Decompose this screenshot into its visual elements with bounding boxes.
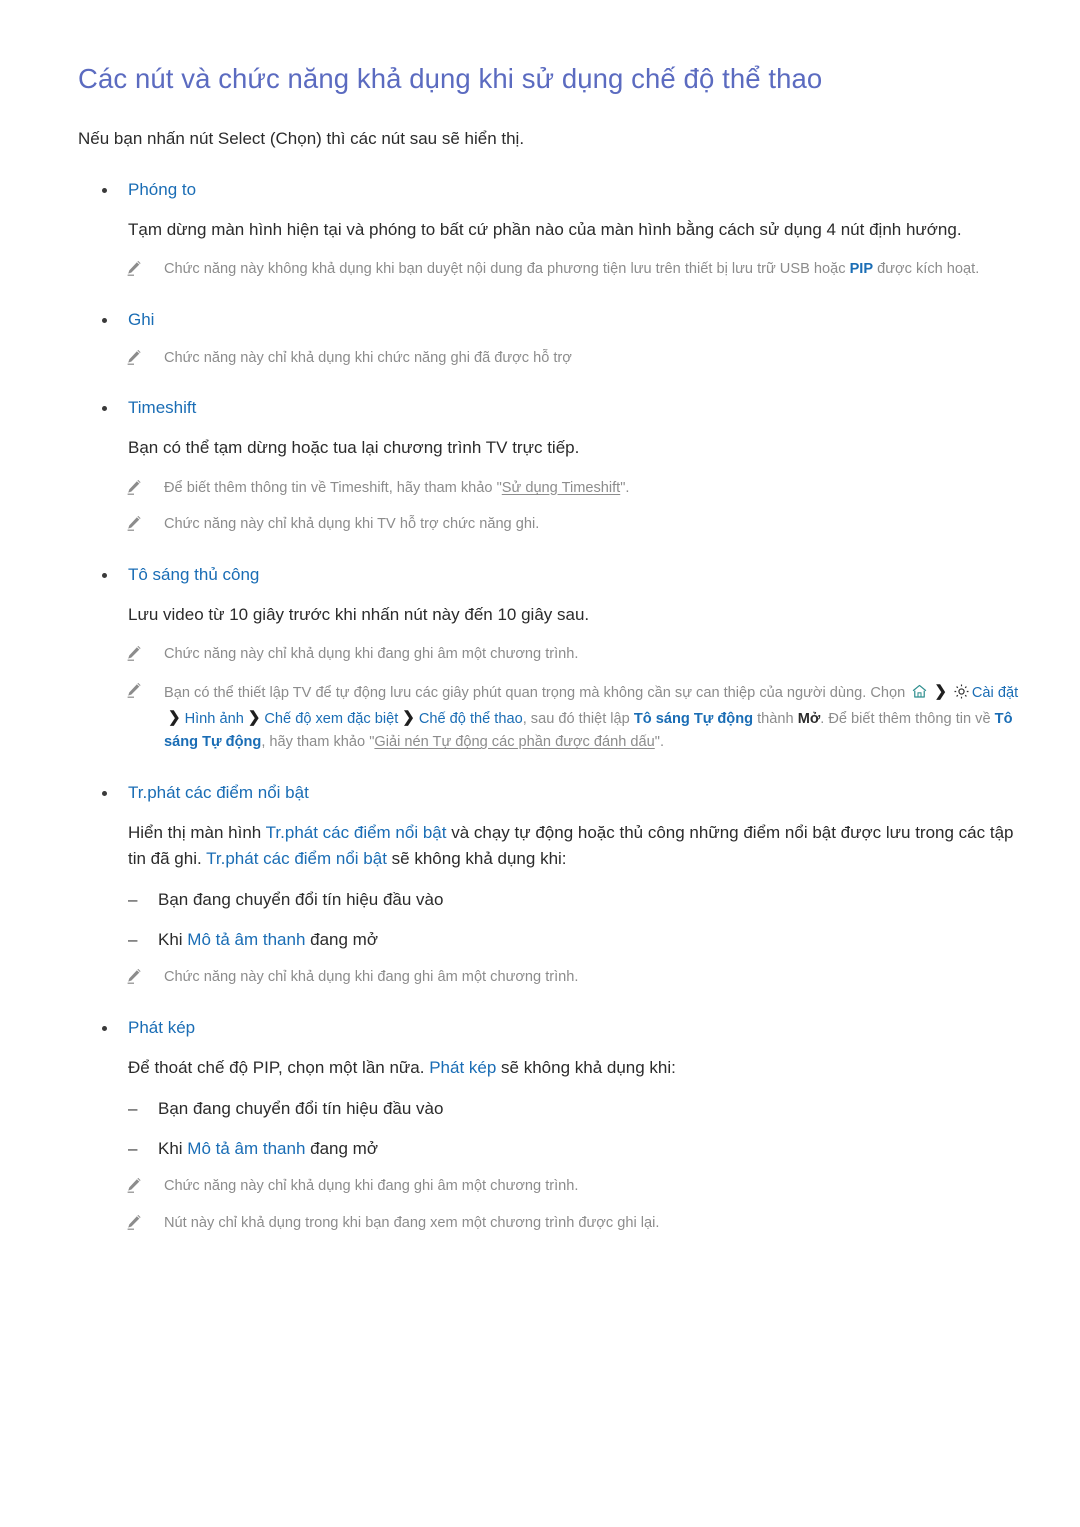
note-text-tail: ". (654, 734, 665, 751)
item-text: Khi (158, 1138, 188, 1158)
chevron-right-icon: ❯ (934, 683, 947, 701)
note-text: Chức năng này chỉ khả dụng khi đang ghi … (164, 646, 579, 663)
note-timeshift-1: Để biết thêm thông tin về Timeshift, hãy… (78, 477, 1020, 501)
note-text: Chức năng này chỉ khả dụng khi đang ghi … (164, 1178, 579, 1195)
term-highlight-player-2: Tr.phát các điểm nổi bật (206, 848, 387, 868)
note-dual-play-2: Nút này chỉ khả dụng trong khi bạn đang … (78, 1212, 1020, 1236)
term-on: Mở (797, 710, 821, 727)
section-heading-manual-highlight: Tô sáng thủ công (78, 563, 1020, 588)
item-text-tail: đang mở (305, 1138, 378, 1158)
pencil-icon (125, 1213, 143, 1231)
note-text: Chức năng này chỉ khả dụng khi TV hỗ trợ… (164, 516, 540, 533)
pencil-icon (125, 644, 143, 662)
note-timeshift-2: Chức năng này chỉ khả dụng khi TV hỗ trợ… (78, 513, 1020, 537)
note-text: thành (753, 710, 798, 727)
list-item-input-switch-2: Bạn đang chuyển đổi tín hiệu đầu vào (78, 1096, 1020, 1122)
section-body-highlight-player: Hiển thị màn hình Tr.phát các điểm nổi b… (78, 820, 1020, 872)
item-text: Khi (158, 929, 188, 949)
link-su-dung-timeshift[interactable]: Sử dụng Timeshift (502, 480, 620, 496)
section-body-manual-highlight: Lưu video từ 10 giây trước khi nhấn nút … (128, 604, 590, 624)
list-item-input-switch: Bạn đang chuyển đổi tín hiệu đầu vào (78, 887, 1020, 913)
note-text-tail: được kích hoạt. (873, 261, 980, 278)
note-text: Chức năng này chỉ khả dụng khi đang ghi … (164, 969, 579, 986)
term-audio-description-2: Mô tả âm thanh (187, 1138, 306, 1158)
pencil-icon (125, 259, 143, 277)
list-item-audio-description: Khi Mô tả âm thanh đang mở (78, 927, 1020, 953)
note-text: Chức năng này chỉ khả dụng khi chức năng… (164, 349, 572, 366)
note-term-pip: PIP (849, 261, 874, 278)
note-text: Bạn có thể thiết lập TV để tự động lưu c… (164, 685, 910, 702)
note-text: , sau đó thiệt lập (522, 710, 634, 727)
note-record-1: Chức năng này chỉ khả dụng khi chức năng… (78, 347, 1020, 371)
chevron-right-icon: ❯ (168, 708, 181, 726)
pencil-icon (125, 681, 143, 699)
note-text: Chức năng này không khả dụng khi bạn duy… (164, 261, 850, 278)
menu-item-special-viewing-mode: Chế độ xem đặc biệt (264, 710, 399, 727)
note-dual-play-1: Chức năng này chỉ khả dụng khi đang ghi … (78, 1175, 1020, 1199)
body-text: Hiển thị màn hình (128, 822, 266, 842)
pencil-icon (125, 478, 143, 496)
document-page: Các nút và chức năng khả dụng khi sử dụn… (0, 0, 1080, 1527)
pencil-icon (125, 967, 143, 985)
section-body-zoom: Tạm dừng màn hình hiện tại và phóng to b… (128, 219, 962, 239)
note-manual-highlight-1: Chức năng này chỉ khả dụng khi đang ghi … (78, 643, 1020, 667)
note-text: Để biết thêm thông tin về Timeshift, hãy… (164, 479, 502, 496)
term-audio-description: Mô tả âm thanh (187, 929, 306, 949)
body-text-tail: sẽ không khả dụng khi: (386, 848, 567, 868)
note-text: Nút này chỉ khả dụng trong khi bạn đang … (164, 1215, 660, 1232)
section-heading-highlight-player: Tr.phát các điểm nổi bật (78, 781, 1020, 806)
term-auto-highlight: Tô sáng Tự động (633, 710, 754, 727)
pencil-icon (125, 348, 143, 366)
menu-item-settings: Cài đặt (971, 685, 1019, 702)
section-heading-record: Ghi (78, 308, 1020, 333)
intro-paragraph: Nếu bạn nhấn nút Select (Chọn) thì các n… (78, 129, 525, 149)
section-heading-zoom: Phóng to (78, 178, 1020, 203)
note-text: , hãy tham khảo " (261, 734, 375, 751)
pencil-icon (125, 514, 143, 532)
home-icon (911, 683, 928, 700)
menu-item-picture: Hình ảnh (184, 710, 244, 727)
note-text: . Để biết thêm thông tin về (820, 710, 995, 727)
pencil-icon (125, 1176, 143, 1194)
page-title: Các nút và chức năng khả dụng khi sử dụn… (78, 63, 823, 94)
note-highlight-player-1: Chức năng này chỉ khả dụng khi đang ghi … (78, 966, 1020, 990)
note-text-tail: ". (620, 479, 630, 496)
section-body-timeshift: Bạn có thể tạm dừng hoặc tua lại chương … (128, 437, 580, 457)
link-auto-extract-highlights[interactable]: Giải nén Tự động các phần được đánh dấu (374, 734, 654, 750)
menu-item-sports-mode: Chế độ thể thao (418, 710, 523, 727)
section-heading-dual-play: Phát kép (78, 1016, 1020, 1041)
term-dual-play: Phát kép (429, 1057, 497, 1077)
list-item-audio-description-2: Khi Mô tả âm thanh đang mở (78, 1136, 1020, 1162)
gear-icon (953, 683, 970, 700)
term-highlight-player: Tr.phát các điểm nổi bật (265, 822, 447, 842)
chevron-right-icon: ❯ (402, 708, 415, 726)
section-heading-timeshift: Timeshift (78, 396, 1020, 421)
note-zoom-1: Chức năng này không khả dụng khi bạn duy… (78, 258, 1020, 282)
body-text-tail: sẽ không khả dụng khi: (496, 1057, 676, 1077)
chevron-right-icon: ❯ (247, 708, 261, 726)
body-text: Để thoát chế độ PIP, chọn một lần nữa. (128, 1057, 430, 1077)
section-body-dual-play: Để thoát chế độ PIP, chọn một lần nữa. P… (78, 1055, 1020, 1081)
note-manual-highlight-2: Bạn có thể thiết lập TV để tự động lưu c… (78, 680, 1020, 755)
item-text-tail: đang mở (305, 929, 378, 949)
